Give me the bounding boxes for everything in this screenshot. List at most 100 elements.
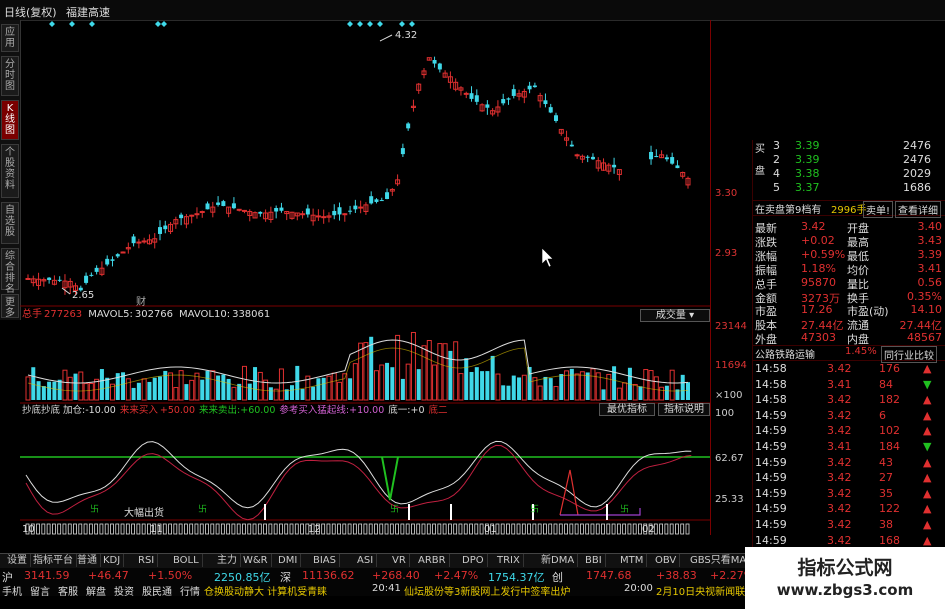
tick-row[interactable]: 14:59 3.42 38 ▲ — [753, 518, 945, 532]
menu-item[interactable]: 投资 — [114, 587, 134, 598]
sector-name[interactable]: 公路铁路运输 — [755, 346, 815, 361]
signal-flag-icon: 卐 — [198, 504, 207, 515]
side-tab-watchlist[interactable]: 自选股 — [1, 202, 19, 244]
tick-row[interactable]: 14:59 3.42 122 ▲ — [753, 502, 945, 516]
signal-tick — [437, 523, 442, 535]
indicator-tab[interactable]: 设置 — [4, 554, 31, 567]
indicator-tab[interactable]: BBI — [582, 554, 606, 567]
kline-chart[interactable]: 卐 卐 卐 卐 卐 4.32 2.65 财 总手 277263 MAVOL5: 302766 M… — [20, 20, 710, 535]
side-tab-profile[interactable]: 个股资料 — [1, 144, 19, 198]
indicator-tab[interactable]: MTM — [617, 554, 648, 567]
candle-body — [84, 275, 89, 283]
cy-value: 1747.68 — [586, 569, 632, 582]
tick-row[interactable]: 14:58 3.42 182 ▲ — [753, 393, 945, 407]
signal-tick — [194, 523, 199, 535]
tick-row[interactable]: 14:58 3.41 84 ▼ — [753, 378, 945, 392]
view-detail-button[interactable]: 查看详细 — [895, 201, 941, 218]
side-tab-minute[interactable]: 分时图 — [1, 56, 19, 96]
news-headline[interactable]: 仓换股动静大 计算机受青睐 — [204, 583, 327, 598]
signal-flag-icon: 卐 — [390, 504, 399, 515]
volume-bar — [616, 387, 622, 401]
news-headline[interactable]: 仙坛股份等3新股网上发行中签率出炉 — [404, 583, 570, 598]
volume-bar — [152, 377, 157, 400]
indicator-tab[interactable]: ASI — [354, 554, 378, 567]
tick-row[interactable]: 14:59 3.42 27 ▲ — [753, 471, 945, 485]
news-headline[interactable]: 2月10日央视新闻联 — [656, 583, 745, 598]
bid-row[interactable]: 5 3.37 1686 — [753, 181, 945, 195]
signal-tick — [574, 523, 579, 535]
indicator-tab[interactable]: ARBR — [415, 554, 450, 567]
indicator-tab[interactable]: BIAS — [310, 554, 340, 567]
volume-bar — [348, 378, 353, 400]
tick-row[interactable]: 14:59 3.42 35 ▲ — [753, 487, 945, 501]
bid-row[interactable]: 2 3.39 2476 — [753, 153, 945, 167]
side-tab-more[interactable]: 更多 — [1, 294, 19, 319]
signal-bar — [450, 504, 452, 520]
signal-tick — [210, 523, 215, 535]
signal-tick — [273, 523, 278, 535]
signal-tick — [595, 523, 600, 535]
volume-bar — [210, 370, 216, 401]
volume-bar — [426, 339, 432, 401]
menu-item[interactable]: 留言 — [30, 587, 50, 598]
candle-body — [485, 104, 490, 108]
signal-diamond-icon — [399, 21, 405, 27]
arrow-up-icon: ▲ — [923, 502, 932, 516]
menu-item[interactable]: 股民通 — [142, 587, 172, 598]
side-tab-apps[interactable]: 应用 — [1, 24, 19, 52]
axis-price-tick: 2.93 — [715, 248, 738, 259]
indicator-tab[interactable]: BOLL — [170, 554, 203, 567]
indicator-tab[interactable]: 普通 — [74, 554, 101, 567]
volume-bar — [78, 371, 84, 401]
indicator-tab[interactable]: 指标平台 — [30, 554, 77, 567]
best-indicator-button[interactable]: 最优指标 — [599, 403, 655, 416]
side-tab-ranking[interactable]: 综合排名 — [1, 248, 19, 295]
indicator-explain-button[interactable]: 指标说明 — [658, 403, 710, 416]
indicator-tab[interactable]: VR — [389, 554, 410, 567]
month-label: 11 — [150, 524, 163, 535]
indicator-tab[interactable]: DMI — [275, 554, 302, 567]
volume-bar — [41, 386, 46, 400]
indicator-tab[interactable]: W&R — [240, 554, 272, 567]
indicator-tab[interactable]: 新DMA — [538, 554, 579, 567]
chart-period-title[interactable]: 日线(复权) — [4, 4, 57, 20]
tick-row[interactable]: 14:59 3.42 43 ▲ — [753, 456, 945, 470]
indicator-tab[interactable]: TRIX — [494, 554, 524, 567]
signal-tick — [352, 523, 357, 535]
indicator-tab[interactable]: OBV — [652, 554, 681, 567]
volume-bar — [585, 372, 590, 400]
menu-item[interactable]: 解盘 — [86, 587, 106, 598]
menu-item[interactable]: 手机 — [2, 587, 22, 598]
menu-item[interactable]: 行情 — [180, 587, 200, 598]
signal-tick — [627, 523, 632, 535]
arrow-up-icon: ▲ — [923, 362, 932, 375]
signal-tick — [405, 523, 410, 535]
quote-field-row: 市盈 17.26 市盈(动) 14.10 — [755, 303, 942, 319]
candle-body — [506, 98, 511, 100]
signal-tick — [511, 523, 516, 535]
bid-row[interactable]: 4 3.38 2029 — [753, 167, 945, 181]
volume-bar — [311, 386, 316, 400]
candle-body — [194, 213, 200, 216]
bid-row[interactable]: 3 3.39 2476 — [753, 139, 945, 153]
side-tab-kline[interactable]: K线图 — [1, 100, 19, 140]
arrow-down-icon: ▼ — [923, 377, 932, 391]
tick-row[interactable]: 14:59 3.42 6 ▲ — [753, 409, 945, 423]
volume-dropdown-button[interactable]: 成交量 ▾ — [640, 309, 710, 322]
industry-compare-button[interactable]: 同行业比较 — [881, 346, 937, 363]
tick-row[interactable]: 14:59 3.41 184 ▼ — [753, 440, 945, 454]
candle-body — [236, 208, 242, 211]
tick-row[interactable]: 14:58 3.42 176 ▲ — [753, 362, 945, 376]
candle-body — [136, 241, 142, 244]
signal-tick — [199, 523, 204, 535]
indicator-tab[interactable]: KDJ — [100, 554, 125, 567]
tick-row[interactable]: 14:59 3.42 168 ▲ — [753, 534, 945, 548]
sell-order-button[interactable]: 卖单! — [863, 201, 894, 218]
menu-item[interactable]: 客服 — [58, 587, 78, 598]
indicator-tab[interactable]: 主力 — [214, 554, 241, 567]
candle-body — [163, 225, 168, 230]
indicator-tab[interactable]: RSI — [135, 554, 159, 567]
tick-row[interactable]: 14:59 3.42 102 ▲ — [753, 424, 945, 438]
indicator-tab[interactable]: DPO — [459, 554, 488, 567]
indicator-spike-red — [559, 469, 579, 516]
